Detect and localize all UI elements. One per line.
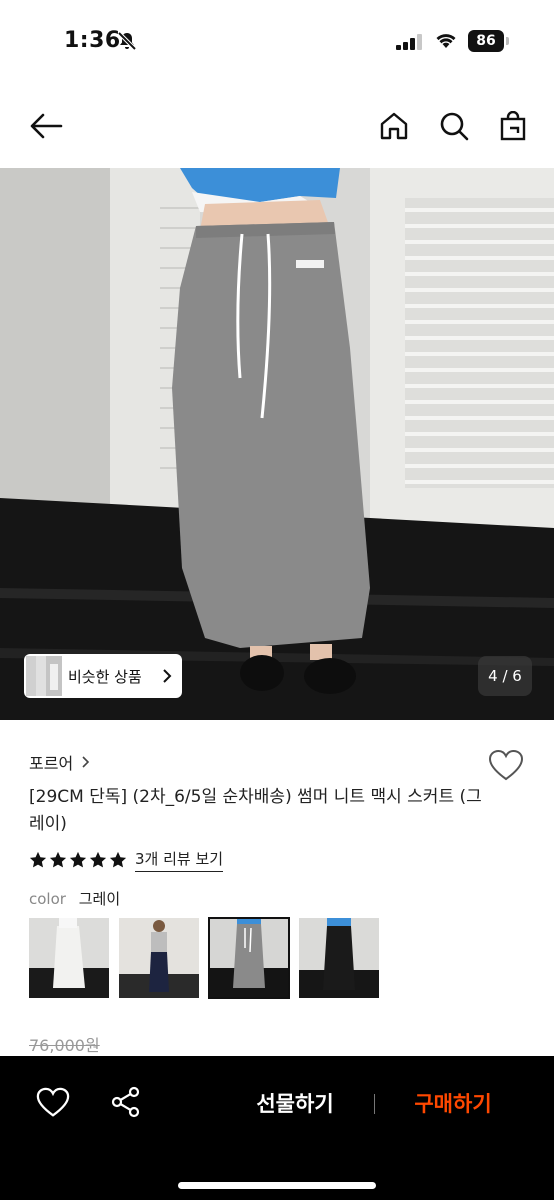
gift-button[interactable]: 선물하기 — [220, 1082, 370, 1126]
product-title: [29CM 단독] (2차_6/5일 순차배송) 썸머 니트 맥시 스커트 (그… — [29, 787, 482, 834]
variant-thumbnail-navy[interactable] — [119, 918, 199, 998]
brand-name: 포르어 — [29, 754, 74, 773]
similar-products-thumbnail — [26, 656, 62, 696]
variant-photo — [209, 918, 289, 998]
image-pager: 4 / 6 — [478, 656, 532, 696]
back-button[interactable] — [24, 104, 68, 148]
star-icon — [29, 851, 47, 868]
variant-photo — [29, 918, 109, 998]
status-bar: 1:36 86 — [0, 0, 554, 84]
action-divider — [374, 1094, 375, 1114]
variant-thumbnail-gray[interactable] — [208, 917, 290, 999]
battery-indicator: 86 — [468, 30, 504, 52]
star-rating — [29, 851, 127, 869]
shopping-bag-icon — [500, 111, 526, 141]
share-button[interactable] — [110, 1086, 146, 1122]
variant-thumbnail-white[interactable] — [29, 918, 109, 998]
variant-photo — [299, 918, 379, 998]
star-icon — [89, 851, 107, 868]
brand-link[interactable]: 포르어 — [29, 750, 90, 774]
status-time: 1:36 — [64, 28, 121, 53]
similar-products-button[interactable]: 비슷한 상품 — [24, 654, 182, 698]
wishlist-button[interactable] — [488, 748, 524, 784]
heart-icon — [36, 1087, 70, 1117]
cart-button[interactable] — [491, 104, 535, 148]
battery-tip — [506, 37, 509, 45]
search-icon — [440, 112, 469, 141]
chevron-right-icon — [163, 669, 172, 683]
signal-icon — [396, 34, 422, 50]
wifi-icon — [436, 34, 456, 48]
color-label: color — [29, 890, 66, 908]
variant-photo — [119, 918, 199, 998]
bell-muted-icon — [117, 31, 137, 51]
star-icon — [109, 851, 127, 868]
chevron-right-icon — [82, 756, 90, 768]
search-button[interactable] — [432, 104, 476, 148]
bottom-action-bar: 선물하기 구매하기 — [0, 1056, 554, 1200]
bottom-wishlist-button[interactable] — [36, 1086, 72, 1122]
variant-thumbnail-black[interactable] — [299, 918, 379, 998]
reviews-link[interactable]: 3개 리뷰 보기 — [135, 848, 224, 872]
product-photo — [0, 168, 554, 720]
color-value: 그레이 — [78, 890, 121, 908]
product-image-carousel[interactable]: 비슷한 상품 4 / 6 — [0, 168, 554, 720]
back-arrow-icon — [30, 113, 63, 139]
rating-row: 3개 리뷰 보기 — [29, 848, 224, 872]
home-indicator — [178, 1182, 376, 1189]
color-variant-list — [29, 917, 379, 999]
star-icon — [69, 851, 87, 868]
similar-products-label: 비슷한 상품 — [68, 667, 142, 686]
nav-bar — [0, 84, 554, 168]
heart-icon — [488, 749, 524, 781]
star-icon — [49, 851, 67, 868]
home-button[interactable] — [372, 104, 416, 148]
color-row: color 그레이 — [29, 888, 120, 909]
share-icon — [111, 1086, 140, 1118]
home-icon — [380, 112, 408, 140]
original-price: 76,000원 — [29, 1036, 100, 1055]
buy-button[interactable]: 구매하기 — [380, 1082, 526, 1126]
